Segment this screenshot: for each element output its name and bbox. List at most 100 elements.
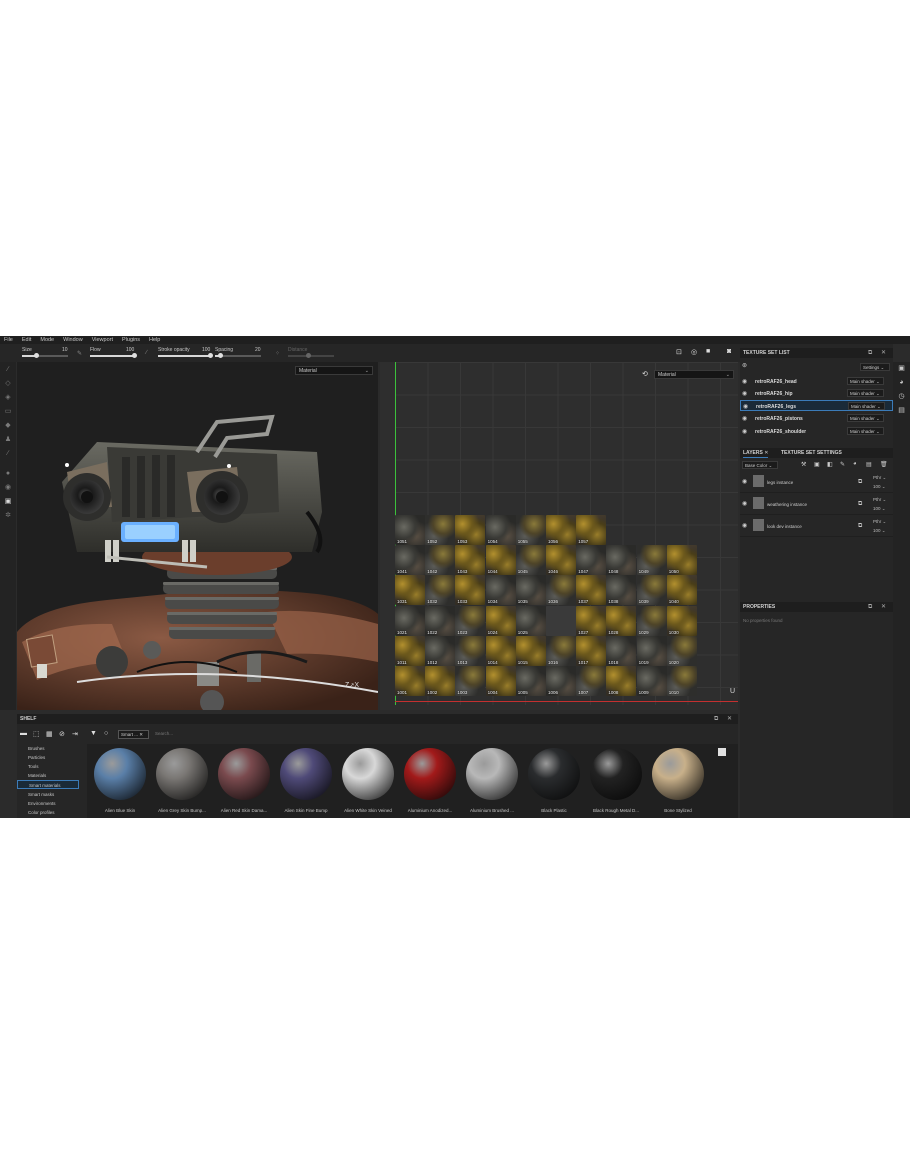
udim-tile[interactable]: 1018	[606, 635, 637, 666]
bake-icon[interactable]: ●	[4, 470, 12, 478]
folder-icon[interactable]: ▬	[20, 730, 27, 737]
distance-slider[interactable]	[288, 353, 334, 358]
screenshot-camera-icon[interactable]: ◙	[727, 348, 731, 355]
eye-icon[interactable]: ◉	[742, 390, 747, 397]
blend-mode[interactable]: Pthr ⌄	[873, 497, 886, 503]
close-icon[interactable]: ✕	[139, 732, 143, 737]
blend-mode[interactable]: Pthr ⌄	[873, 519, 886, 525]
spacing-value[interactable]: 20	[255, 347, 261, 353]
size-value[interactable]: 10	[62, 347, 68, 353]
grid-view-icon[interactable]: ▦	[46, 730, 53, 738]
history-icon[interactable]: ◷	[897, 392, 906, 401]
flow-slider[interactable]	[90, 353, 137, 358]
camera-mode-icon[interactable]: ⊡	[676, 348, 682, 356]
eye-icon[interactable]: ◉	[743, 403, 748, 410]
layer-name[interactable]: look dev instance	[767, 524, 802, 529]
layer-row[interactable]: ◉ weathering instance ⧉ Pthr ⌄ 100 ⌄	[740, 494, 893, 515]
udim-tile[interactable]: 1016	[546, 635, 576, 666]
instance-link-icon[interactable]: ⧉	[858, 501, 862, 508]
smart-material-item[interactable]: Aluminium Anodized...	[400, 748, 460, 816]
close-icon[interactable]: ✕	[881, 348, 886, 358]
layer-row[interactable]: ◉ legs instance ⧉ Pthr ⌄ 100 ⌄	[740, 472, 893, 493]
eye-icon[interactable]: ◉	[742, 500, 747, 507]
udim-tile[interactable]: 1019	[636, 635, 667, 666]
search-input[interactable]: Search...	[155, 731, 173, 736]
texture-set-row[interactable]: ◉ retroRAF26_pistons Main shader ⌄	[740, 413, 893, 424]
udim-tile[interactable]: 1025	[515, 605, 546, 636]
layer-row[interactable]: ◉ look dev instance ⧉ Pthr ⌄ 100 ⌄	[740, 516, 893, 537]
channel-dropdown[interactable]: Base Color ⌄	[742, 461, 778, 469]
menu-window[interactable]: Window	[63, 337, 83, 343]
udim-tile[interactable]: 1012	[425, 635, 456, 666]
shader-dropdown[interactable]: Main shader ⌄	[847, 377, 884, 385]
texture-set-settings-dropdown[interactable]: Settings ⌄	[860, 363, 890, 371]
shelf-scroll-handle[interactable]	[718, 748, 726, 756]
udim-tile[interactable]: 1009	[636, 666, 667, 696]
layer-opacity[interactable]: 100 ⌄	[873, 506, 886, 512]
udim-tile[interactable]: 1034	[485, 575, 516, 606]
eye-icon[interactable]: ◉	[742, 378, 747, 385]
filter-chip[interactable]: Smart ... ✕	[118, 730, 149, 739]
udim-tile[interactable]: 1056	[546, 515, 576, 545]
udim-tile[interactable]: 1021	[395, 605, 425, 636]
import-icon[interactable]: ⇥	[72, 730, 78, 738]
udim-tile[interactable]: 1014	[485, 635, 516, 666]
shelf-category-materials[interactable]: Materials	[17, 771, 79, 780]
paint-brush-icon[interactable]: ∕	[4, 366, 12, 374]
menu-mode[interactable]: Mode	[40, 337, 54, 343]
environment-icon[interactable]: ◎	[691, 348, 697, 356]
udim-tile[interactable]: 1002	[425, 666, 456, 696]
udim-tile[interactable]: 1048	[606, 545, 637, 576]
udim-tile[interactable]: 1045	[515, 545, 546, 576]
udim-tile[interactable]: 1055	[515, 515, 546, 545]
viewport-3d-channel-dropdown[interactable]: Material ⌄	[295, 366, 373, 375]
shader-dropdown[interactable]: Main shader ⌄	[847, 389, 884, 397]
shader-dropdown[interactable]: Main shader ⌄	[848, 402, 885, 410]
filter-icon[interactable]: ▼	[90, 730, 97, 737]
udim-tile[interactable]: 1013	[455, 635, 486, 666]
add-mask-icon[interactable]: ▣	[814, 461, 820, 468]
udim-tile[interactable]: 1039	[636, 575, 667, 606]
udim-tile[interactable]: 1051	[395, 515, 425, 545]
hide-icon[interactable]: ⊘	[59, 730, 65, 738]
undock-icon[interactable]: ⧉	[868, 602, 872, 612]
layer-name[interactable]: legs instance	[767, 480, 793, 485]
smart-material-item[interactable]: Alien Skin Fine Bump	[276, 748, 336, 816]
smart-material-item[interactable]: Aluminium Brushed ...	[462, 748, 522, 816]
color-picker-icon[interactable]: ∕	[4, 450, 12, 458]
close-icon[interactable]: ✕	[727, 714, 732, 724]
udim-tile[interactable]: 1033	[455, 575, 486, 606]
menu-viewport[interactable]: Viewport	[92, 337, 113, 343]
new-shelf-icon[interactable]: ⬚	[33, 730, 40, 738]
smart-material-item[interactable]: Alien Red Skin Dama...	[214, 748, 274, 816]
udim-tile-empty[interactable]	[546, 605, 576, 636]
udim-tile[interactable]: 1029	[636, 605, 667, 636]
undock-icon[interactable]: ⧉	[714, 714, 718, 724]
udim-tile[interactable]: 1053	[455, 515, 486, 545]
material-picker-icon[interactable]: ◉	[4, 484, 12, 492]
projection-icon[interactable]: ◈	[4, 394, 12, 402]
layer-opacity[interactable]: 100 ⌄	[873, 528, 886, 534]
udim-tile[interactable]: 1004	[485, 666, 516, 696]
texture-set-row-selected[interactable]: ◉ retroRAF26_legs Main shader ⌄	[740, 400, 893, 411]
udim-tile[interactable]: 1049	[636, 545, 667, 576]
udim-tile[interactable]: 1032	[425, 575, 456, 606]
layer-opacity[interactable]: 100 ⌄	[873, 484, 886, 490]
udim-tile[interactable]: 1036	[546, 575, 576, 606]
udim-tile[interactable]: 1030	[666, 605, 697, 636]
eye-icon[interactable]: ◉	[742, 415, 747, 422]
undock-icon[interactable]: ⧉	[868, 348, 872, 358]
menu-edit[interactable]: Edit	[22, 337, 31, 343]
udim-tile[interactable]: 1054	[485, 515, 516, 545]
udim-tile[interactable]: 1047	[576, 545, 607, 576]
udim-tile[interactable]: 1015	[515, 635, 546, 666]
tab-layers[interactable]: LAYERS ✕	[743, 448, 769, 458]
viewport-2d-uv[interactable]: 1051 1052 1053 1054 1055 1056 1057 1041 1042 1043…	[380, 362, 738, 710]
smudge-icon[interactable]: ◆	[4, 422, 12, 430]
blend-mode[interactable]: Pthr ⌄	[873, 475, 886, 481]
udim-tile[interactable]: 1020	[666, 635, 697, 666]
reset-view-icon[interactable]: ⟲	[642, 370, 648, 378]
udim-tile[interactable]: 1041	[395, 545, 425, 576]
udim-tile[interactable]: 1043	[455, 545, 486, 576]
settings-gear-icon[interactable]: ✲	[4, 512, 12, 520]
